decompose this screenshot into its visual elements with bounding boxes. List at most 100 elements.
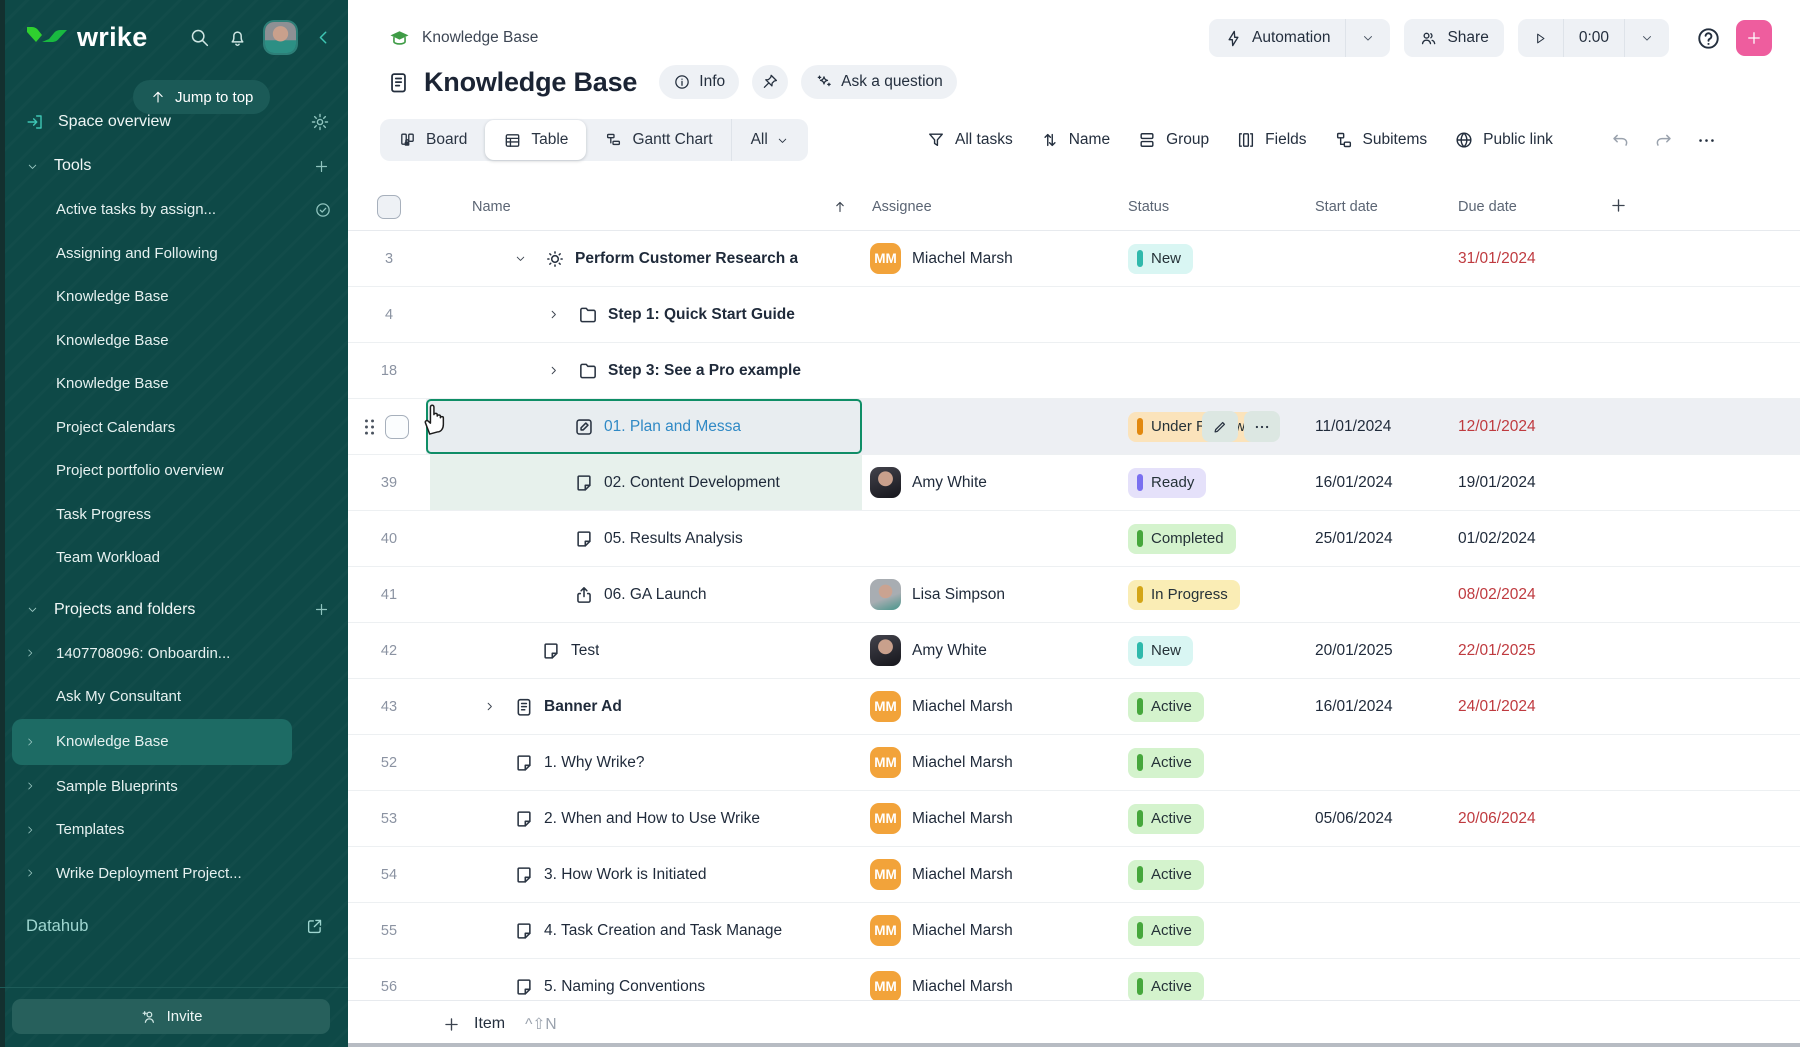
status-badge[interactable]: New (1128, 244, 1193, 274)
status-badge[interactable]: Active (1128, 916, 1204, 946)
assignee-cell[interactable]: MMMiachel Marsh (862, 791, 1112, 846)
task-name-cell[interactable]: 2. When and How to Use Wrike (430, 791, 862, 846)
status-cell[interactable]: Active (1112, 735, 1300, 790)
task-name[interactable]: 01. Plan and Messa (604, 418, 741, 436)
notifications-icon[interactable] (227, 27, 248, 48)
filter-name[interactable]: Name (1040, 130, 1110, 150)
table-row[interactable]: 18Step 3: See a Pro example (348, 343, 1800, 399)
due-date-cell[interactable]: 31/01/2024 (1445, 231, 1595, 286)
task-name[interactable]: Step 3: See a Pro example (608, 362, 801, 380)
due-date-cell[interactable] (1445, 343, 1595, 398)
sidebar-item-knowledge-base[interactable]: Knowledge Base (0, 319, 348, 363)
sidebar-item-project-calendars[interactable]: Project Calendars (0, 406, 348, 450)
due-date-cell[interactable]: 12/01/2024 (1445, 399, 1595, 454)
start-date-cell[interactable] (1300, 567, 1445, 622)
start-date-cell[interactable]: 25/01/2024 (1300, 511, 1445, 566)
chevron-right-icon[interactable] (24, 647, 36, 659)
chevron-right-icon[interactable] (24, 736, 36, 748)
task-name[interactable]: 02. Content Development (604, 474, 780, 492)
task-name-cell[interactable]: Step 1: Quick Start Guide (430, 287, 862, 342)
sidebar-item-team-workload[interactable]: Team Workload (0, 536, 348, 580)
column-header-due-date[interactable]: Due date (1458, 199, 1517, 215)
tab-table[interactable]: Table (485, 120, 586, 160)
ask-question-button[interactable]: Ask a question (801, 65, 957, 99)
start-date-cell[interactable] (1300, 287, 1445, 342)
start-date-cell[interactable] (1300, 847, 1445, 902)
chevron-right-icon[interactable] (24, 824, 36, 836)
filter-public-link[interactable]: Public link (1454, 130, 1553, 150)
search-icon[interactable] (189, 27, 210, 48)
sidebar-item-templates[interactable]: Templates (0, 808, 348, 852)
table-row[interactable]: 4106. GA LaunchLisa SimpsonIn Progress08… (348, 567, 1800, 623)
assignee-cell[interactable]: MMMiachel Marsh (862, 735, 1112, 790)
table-row[interactable]: 3Perform Customer Research aMMMiachel Ma… (348, 231, 1800, 287)
task-name[interactable]: Test (571, 642, 599, 660)
task-name[interactable]: 1. Why Wrike? (544, 754, 645, 772)
table-row[interactable]: 42TestAmy WhiteNew20/01/202522/01/2025 (348, 623, 1800, 679)
start-date-cell[interactable]: 05/06/2024 (1300, 791, 1445, 846)
status-badge[interactable]: Active (1128, 972, 1204, 1002)
jump-to-top-button[interactable]: Jump to top (133, 80, 270, 114)
tab-board[interactable]: Board (380, 119, 485, 161)
column-header-start-date[interactable]: Start date (1315, 199, 1378, 215)
timer-value[interactable]: 0:00 (1564, 19, 1624, 57)
assignee-cell[interactable]: MMMiachel Marsh (862, 231, 1112, 286)
start-date-cell[interactable] (1300, 735, 1445, 790)
automation-button[interactable]: Automation (1209, 19, 1345, 57)
task-name[interactable]: Banner Ad (544, 698, 622, 716)
start-date-cell[interactable]: 16/01/2024 (1300, 679, 1445, 734)
sort-ascending-icon[interactable] (832, 199, 848, 215)
start-date-cell[interactable] (1300, 231, 1445, 286)
due-date-cell[interactable] (1445, 903, 1595, 958)
add-tool-icon[interactable] (313, 158, 330, 175)
status-cell[interactable]: In Progress (1112, 567, 1300, 622)
due-date-cell[interactable]: 24/01/2024 (1445, 679, 1595, 734)
task-name-cell[interactable]: 3. How Work is Initiated (430, 847, 862, 902)
status-badge[interactable]: Active (1128, 804, 1204, 834)
column-header-assignee[interactable]: Assignee (872, 199, 932, 215)
timer-play-button[interactable] (1518, 19, 1563, 57)
add-button[interactable] (1736, 20, 1772, 56)
task-name[interactable]: 5. Naming Conventions (544, 978, 705, 996)
task-name-cell[interactable]: 05. Results Analysis (430, 511, 862, 566)
start-date-cell[interactable] (1300, 903, 1445, 958)
assignee-cell[interactable]: Amy White (862, 455, 1112, 510)
status-cell[interactable]: Ready (1112, 455, 1300, 510)
status-badge[interactable]: New (1128, 636, 1193, 666)
add-column-icon[interactable] (1609, 196, 1628, 215)
due-date-cell[interactable]: 20/06/2024 (1445, 791, 1595, 846)
task-name-cell[interactable]: 02. Content Development (430, 455, 862, 510)
scope-dropdown[interactable]: All (731, 119, 808, 161)
task-name[interactable]: Step 1: Quick Start Guide (608, 306, 795, 324)
due-date-cell[interactable]: 19/01/2024 (1445, 455, 1595, 510)
table-row[interactable]: 3902. Content DevelopmentAmy WhiteReady1… (348, 455, 1800, 511)
sidebar-item-assigning-and-following[interactable]: Assigning and Following (0, 232, 348, 276)
chevron-down-icon[interactable] (514, 252, 527, 265)
sidebar-section-projects[interactable]: Projects and folders (0, 588, 348, 632)
due-date-cell[interactable] (1445, 735, 1595, 790)
sidebar-item-sample-blueprints[interactable]: Sample Blueprints (0, 765, 348, 809)
column-header-name[interactable]: Name (472, 199, 511, 215)
sidebar-item-ask-my-consultant[interactable]: Ask My Consultant (0, 675, 348, 719)
add-project-icon[interactable] (313, 601, 330, 618)
row-checkbox[interactable] (385, 415, 409, 439)
sidebar-item-task-progress[interactable]: Task Progress (0, 493, 348, 537)
sidebar-item-1407708096-onboardin[interactable]: 1407708096: Onboardin... (0, 632, 348, 676)
drag-handle-icon[interactable] (363, 416, 376, 438)
chevron-right-icon[interactable] (24, 780, 36, 792)
due-date-cell[interactable]: 08/02/2024 (1445, 567, 1595, 622)
start-date-cell[interactable]: 11/01/2024 (1300, 399, 1445, 454)
invite-button[interactable]: Invite (12, 999, 330, 1034)
row-more-button[interactable] (1244, 411, 1280, 442)
chevron-right-icon[interactable] (24, 867, 36, 879)
tab-gantt-chart[interactable]: Gantt Chart (586, 119, 730, 161)
more-options-icon[interactable] (1696, 130, 1717, 151)
sidebar-item-knowledge-base[interactable]: Knowledge Base (0, 362, 348, 406)
pin-button[interactable] (752, 65, 788, 99)
task-name-cell[interactable]: Banner Ad (430, 679, 862, 734)
automation-dropdown[interactable] (1346, 19, 1390, 57)
filter-all-tasks[interactable]: All tasks (926, 130, 1013, 150)
task-name-cell[interactable]: 01. Plan and Messa (430, 399, 862, 454)
task-name-cell[interactable]: Step 3: See a Pro example (430, 343, 862, 398)
user-avatar[interactable] (265, 22, 296, 53)
